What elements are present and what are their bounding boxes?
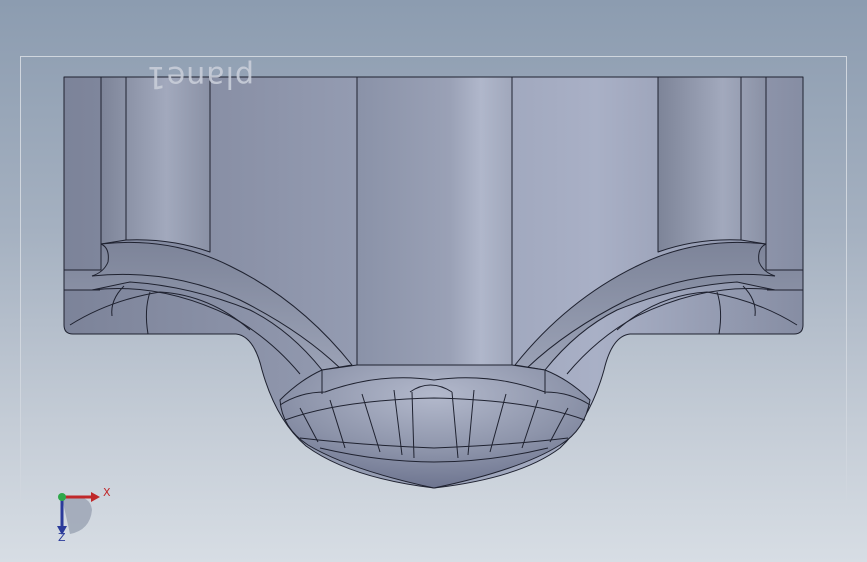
center-block <box>356 76 513 366</box>
graphics-viewport[interactable] <box>0 0 867 562</box>
plane-label: plane1 <box>145 59 254 94</box>
z-axis-label: Z <box>58 531 66 544</box>
coordinate-triad <box>57 492 100 535</box>
bowl <box>279 364 591 489</box>
part-model[interactable] <box>63 76 804 489</box>
left-column <box>100 76 211 253</box>
x-axis-label: X <box>103 486 111 499</box>
right-column <box>657 76 767 253</box>
